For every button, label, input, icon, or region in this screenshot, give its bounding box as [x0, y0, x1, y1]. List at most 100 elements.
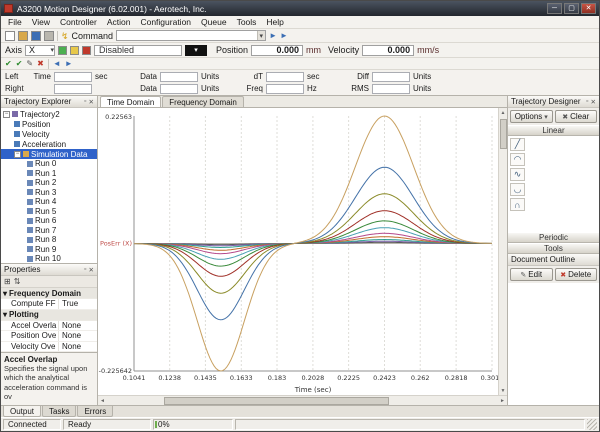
minimize-button[interactable]: ─ — [547, 3, 562, 14]
delete-button[interactable]: ✖ Delete — [555, 268, 598, 281]
property-value[interactable]: None — [59, 342, 97, 352]
tree-item-run-5[interactable]: Run 5 — [1, 207, 97, 217]
apply-icon[interactable]: ✔ — [5, 59, 12, 68]
chevron-down-icon[interactable]: ▾ — [257, 31, 266, 40]
print-icon[interactable] — [44, 31, 54, 41]
save-icon[interactable] — [31, 31, 41, 41]
tree-item-run-0[interactable]: Run 0 — [1, 159, 97, 169]
property-value[interactable]: None — [59, 331, 97, 341]
home-axis-button[interactable] — [70, 46, 79, 55]
horizontal-scrollbar[interactable]: ◄ ► — [98, 395, 507, 405]
tree-item-acceleration[interactable]: Acceleration — [1, 139, 97, 149]
menu-configuration[interactable]: Configuration — [135, 17, 196, 27]
horizontal-scroll-thumb[interactable] — [164, 397, 389, 405]
tab-frequency-domain[interactable]: Frequency Domain — [162, 96, 244, 107]
line-shape-button[interactable]: ╱ — [510, 138, 525, 151]
apply-all-icon[interactable]: ✔ — [16, 59, 23, 68]
sine-shape-button[interactable]: ∿ — [510, 168, 525, 181]
bump-shape-button[interactable]: ∩ — [510, 198, 525, 211]
vertical-scrollbar[interactable]: ▲ ▼ — [498, 108, 507, 395]
dip-shape-button[interactable]: ◡ — [510, 183, 525, 196]
pin-icon[interactable]: ▫ — [586, 98, 588, 106]
axis-display-dropdown[interactable]: ▾ — [185, 45, 207, 56]
title-bar[interactable]: A3200 Motion Designer (6.02.001) - Aerot… — [1, 1, 599, 16]
close-button[interactable]: ✕ — [581, 3, 596, 14]
open-file-icon[interactable] — [18, 31, 28, 41]
categorize-icon[interactable]: ⊞ — [4, 277, 11, 286]
close-icon[interactable]: ✕ — [591, 98, 596, 106]
scroll-right-icon[interactable]: ► — [498, 396, 507, 405]
property-row[interactable]: Position OveNone — [1, 331, 97, 342]
command-input[interactable]: ▾ — [116, 30, 266, 41]
measure-input[interactable] — [160, 84, 198, 94]
property-category[interactable]: ▾Plotting — [1, 310, 97, 321]
new-file-icon[interactable] — [5, 31, 15, 41]
arc-shape-button[interactable]: ◠ — [510, 153, 525, 166]
tree-item-run-10[interactable]: Run 10 — [1, 254, 97, 263]
section-linear[interactable]: Linear — [508, 125, 599, 136]
pin-icon[interactable]: ▫ — [84, 98, 86, 106]
tab-time-domain[interactable]: Time Domain — [100, 96, 161, 107]
sort-icon[interactable]: ⇅ — [14, 277, 21, 286]
property-row[interactable]: Velocity OveNone — [1, 342, 97, 353]
measure-input[interactable] — [54, 72, 92, 82]
menu-queue[interactable]: Queue — [196, 17, 232, 27]
expander-icon[interactable]: − — [3, 111, 10, 118]
measure-input[interactable] — [54, 84, 92, 94]
edit-button[interactable]: ✎ Edit — [510, 268, 553, 281]
tree-item-run-6[interactable]: Run 6 — [1, 216, 97, 226]
tree-item-root[interactable]: −Trajectory2 — [1, 109, 97, 119]
tree-item-run-8[interactable]: Run 8 — [1, 235, 97, 245]
measure-input[interactable] — [266, 72, 304, 82]
menu-controller[interactable]: Controller — [55, 17, 102, 27]
menu-view[interactable]: View — [27, 17, 55, 27]
resize-grip[interactable] — [587, 419, 597, 430]
menu-file[interactable]: File — [3, 17, 27, 27]
tree-item-simulation-data[interactable]: −Simulation Data — [1, 149, 97, 159]
execute-command-icon[interactable]: ► — [269, 31, 277, 41]
delete-icon[interactable]: ✖ — [37, 59, 44, 68]
close-icon[interactable]: ✕ — [89, 98, 94, 106]
property-category[interactable]: ▾Frequency Domain — [1, 288, 97, 299]
close-icon[interactable]: ✕ — [89, 266, 94, 274]
options-button[interactable]: Options ▾ — [510, 110, 553, 123]
section-tools[interactable]: Tools — [508, 243, 599, 254]
tree-item-velocity[interactable]: Velocity — [1, 129, 97, 139]
cursor-right-icon[interactable]: ► — [65, 59, 73, 68]
maximize-button[interactable]: ▢ — [564, 3, 579, 14]
vertical-scroll-thumb[interactable] — [500, 119, 507, 149]
tree-item-position[interactable]: Position — [1, 119, 97, 129]
measure-input[interactable] — [266, 84, 304, 94]
menu-tools[interactable]: Tools — [232, 17, 262, 27]
tab-tasks[interactable]: Tasks — [42, 406, 76, 417]
clear-button[interactable]: ✖ Clear — [555, 110, 598, 123]
tree-item-run-1[interactable]: Run 1 — [1, 169, 97, 179]
menu-help[interactable]: Help — [261, 17, 288, 27]
menu-action[interactable]: Action — [102, 17, 136, 27]
property-value[interactable]: True — [59, 299, 97, 309]
pin-icon[interactable]: ▫ — [84, 266, 86, 274]
section-periodic[interactable]: Periodic — [508, 232, 599, 243]
expander-icon[interactable]: − — [14, 151, 21, 158]
measure-input[interactable] — [160, 72, 198, 82]
disable-axis-button[interactable] — [82, 46, 91, 55]
property-row[interactable]: Compute FFTrue — [1, 299, 97, 310]
measure-input[interactable] — [372, 84, 410, 94]
axis-select[interactable]: X ▾ — [25, 45, 55, 56]
property-value[interactable]: None — [59, 321, 97, 331]
tab-errors[interactable]: Errors — [77, 406, 113, 417]
tree-item-run-7[interactable]: Run 7 — [1, 226, 97, 236]
scroll-left-icon[interactable]: ◄ — [98, 396, 107, 405]
cursor-left-icon[interactable]: ◄ — [53, 59, 61, 68]
enable-axis-button[interactable] — [58, 46, 67, 55]
step-command-icon[interactable]: ► — [280, 31, 288, 41]
tree-item-run-3[interactable]: Run 3 — [1, 188, 97, 198]
edit-icon[interactable]: ✎ — [26, 59, 33, 68]
measure-input[interactable] — [372, 72, 410, 82]
property-row[interactable]: Accel OverlaNone — [1, 321, 97, 332]
tree-item-run-4[interactable]: Run 4 — [1, 197, 97, 207]
tree-item-run-9[interactable]: Run 9 — [1, 245, 97, 255]
tree-item-run-2[interactable]: Run 2 — [1, 178, 97, 188]
time-domain-chart[interactable]: 0.10410.12380.14350.16330.1830.20280.222… — [98, 108, 498, 395]
tab-output[interactable]: Output — [3, 406, 41, 417]
